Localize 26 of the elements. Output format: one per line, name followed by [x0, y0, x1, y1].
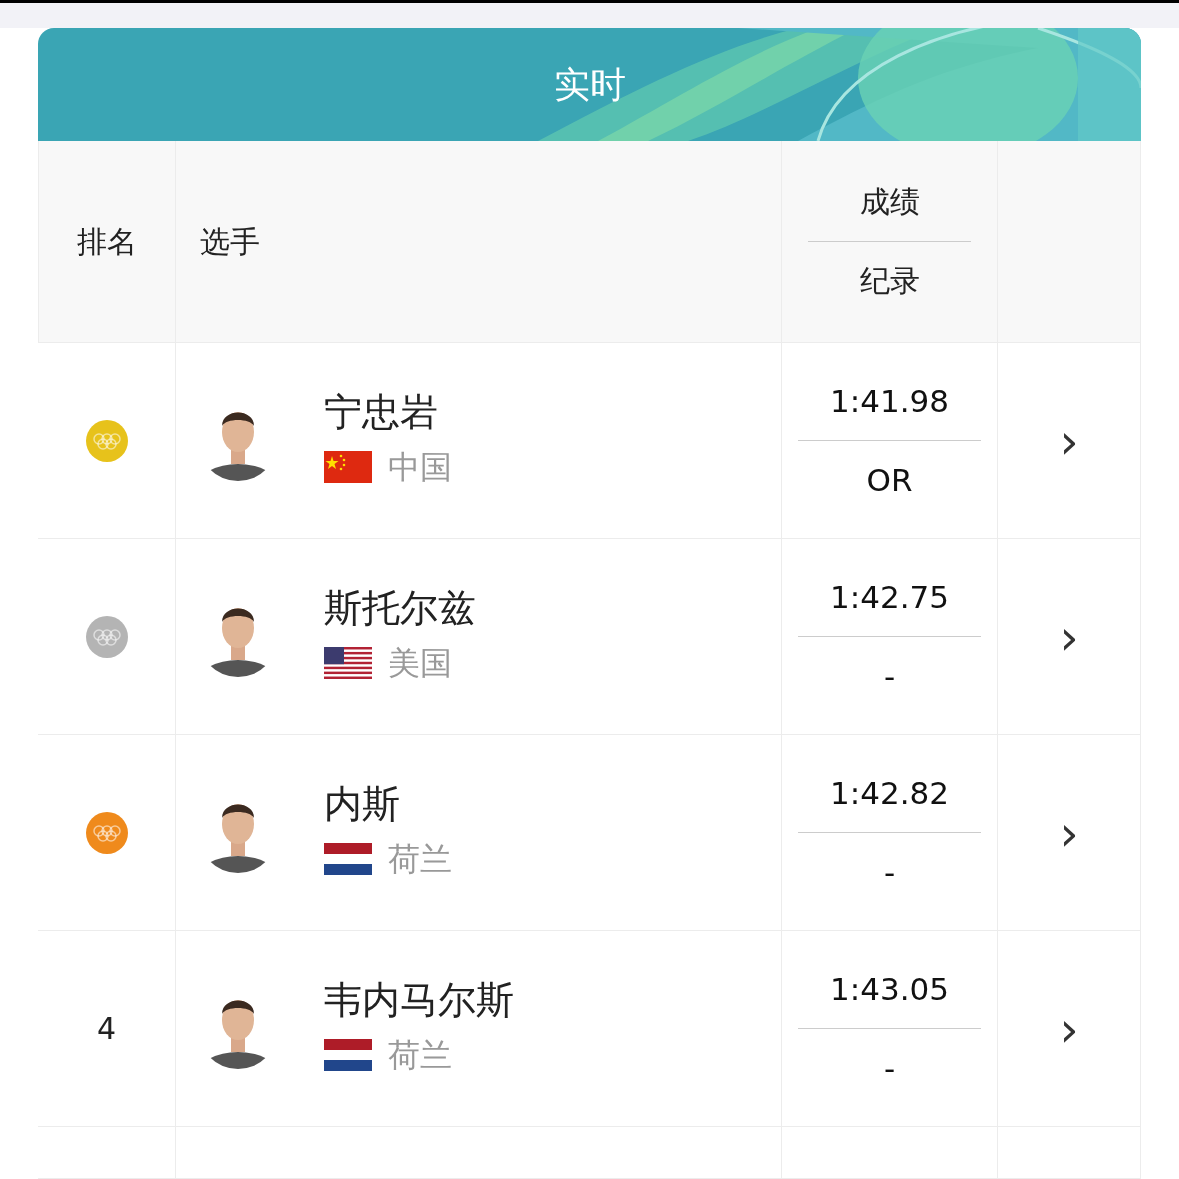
result-time: 1:42.75 [829, 578, 950, 617]
banner-title: 实时 [553, 62, 626, 107]
result-time: 1:42.82 [829, 774, 950, 813]
column-header: 选手 [200, 223, 260, 261]
country-name: 荷兰 [388, 1035, 452, 1077]
country-name: 美国 [388, 643, 452, 685]
country-name: 荷兰 [388, 839, 452, 881]
result-time: 1:43.05 [829, 970, 950, 1009]
athlete-name: 内斯 [324, 781, 401, 828]
chevron-icon[interactable]: › [1059, 1004, 1079, 1053]
result-time: 1:41.98 [829, 382, 950, 421]
athlete-name: 宁忠岩 [324, 389, 439, 436]
country-name: 中国 [388, 447, 452, 489]
column-header: 成绩 [858, 183, 921, 221]
chevron-icon[interactable]: › [1059, 416, 1079, 465]
athlete-name: 斯托尔兹 [324, 585, 476, 632]
chevron-icon[interactable]: › [1059, 612, 1079, 661]
rank-number: 4 [96, 1010, 117, 1048]
column-header: 排名 [77, 223, 137, 261]
column-header: 纪录 [858, 262, 921, 300]
athlete-name: 韦内马尔斯 [324, 977, 514, 1024]
record-mark: OR [865, 461, 914, 500]
record-mark: - [882, 853, 897, 892]
chevron-icon[interactable]: › [1059, 808, 1079, 857]
record-mark: - [882, 1049, 897, 1088]
record-mark: - [882, 657, 897, 696]
